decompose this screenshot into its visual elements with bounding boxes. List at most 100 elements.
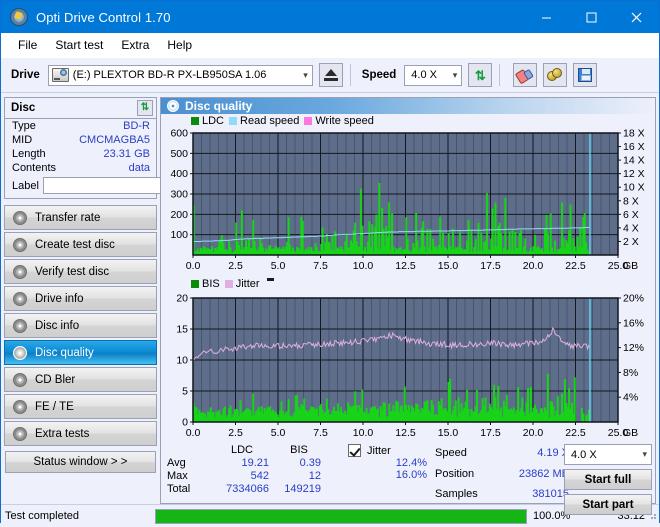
- erase-button[interactable]: [513, 63, 538, 87]
- sidebar-item-verify-test-disc[interactable]: Verify test disc: [4, 259, 157, 284]
- svg-text:2 X: 2 X: [623, 236, 639, 248]
- menu-extra[interactable]: Extra: [112, 35, 158, 55]
- jitter-checkbox[interactable]: [348, 444, 361, 458]
- opti-drive-control-window: Opti Drive Control 1.70 File Start test …: [0, 0, 660, 527]
- save-button[interactable]: [573, 63, 598, 87]
- svg-text:GB: GB: [623, 260, 638, 272]
- position-label: Position: [435, 467, 475, 480]
- legend-label: LDC: [202, 114, 225, 127]
- chevron-down-icon: ▾: [303, 69, 308, 80]
- disc-panel: Disc ⇅ Type BD-R MID CMCMAGBA5 Length 23…: [4, 97, 247, 199]
- bis-legend: BIS Jitter: [163, 277, 653, 290]
- disc-row-mid: MID CMCMAGBA5: [5, 133, 156, 147]
- disc-row-value: data: [128, 162, 150, 174]
- status-bar: Test completed 100.0% 33:12: [1, 504, 659, 527]
- svg-text:6 X: 6 X: [623, 209, 639, 221]
- bis-jitter-chart[interactable]: 051015204%8%12%16%20%0.0 2.5 5.0 7.5 10.0 12.…: [163, 290, 653, 442]
- stats-area: LDC BIS Avg 19.21 0.39 Max 542 12 Total …: [161, 442, 655, 516]
- legend-marker-icon: [266, 278, 274, 282]
- sidebar-item-cd-bler[interactable]: CD Bler: [4, 367, 157, 392]
- svg-text:15: 15: [176, 324, 188, 336]
- eraser-icon: [515, 65, 535, 85]
- disc-icon: [13, 210, 27, 225]
- refresh-button[interactable]: ⇅: [468, 63, 493, 87]
- svg-text:10.0: 10.0: [353, 427, 374, 439]
- disc-refresh-button[interactable]: ⇅: [137, 100, 153, 116]
- sidebar-item-label: FE / TE: [35, 400, 74, 413]
- disc-label-key: Label: [12, 179, 39, 192]
- chevron-down-icon: ▾: [642, 449, 647, 460]
- stats-row-max-label: Max: [167, 470, 188, 483]
- menu-start-test[interactable]: Start test: [46, 35, 112, 55]
- speed-select[interactable]: 4.0 X ▾: [404, 64, 463, 86]
- svg-text:16 X: 16 X: [623, 141, 645, 153]
- drive-select[interactable]: (E:) PLEXTOR BD-R PX-LB950SA 1.06 ▾: [47, 64, 313, 86]
- sidebar-item-disc-quality[interactable]: Disc quality: [4, 340, 157, 365]
- eject-icon: [323, 69, 338, 81]
- jitter-max: 16.0%: [395, 469, 427, 482]
- resize-grip[interactable]: [647, 510, 657, 520]
- sidebar-item-label: Extra tests: [35, 427, 90, 440]
- refresh-icon: ⇅: [474, 67, 486, 83]
- legend-write-speed: Write speed: [304, 115, 374, 127]
- close-button[interactable]: [614, 1, 659, 33]
- eject-button[interactable]: [318, 63, 343, 87]
- sidebar-item-create-test-disc[interactable]: Create test disc: [4, 232, 157, 257]
- test-speed-select[interactable]: 4.0 X ▾: [564, 444, 652, 466]
- svg-text:12%: 12%: [623, 342, 644, 354]
- coins-button[interactable]: [543, 63, 568, 87]
- progress-fill: [156, 509, 526, 523]
- svg-text:8%: 8%: [623, 367, 638, 379]
- drive-label: Drive: [11, 69, 40, 81]
- sidebar-item-label: Disc quality: [35, 346, 94, 359]
- coins-icon: [547, 68, 563, 82]
- ldc-chart-wrap: LDC Read speed Write speed 100 200 300 4…: [163, 114, 653, 275]
- disc-row-value: BD-R: [123, 120, 150, 132]
- disc-quality-panel: Disc quality LDC Read speed Write speed …: [160, 97, 656, 516]
- disc-icon: [13, 291, 27, 306]
- svg-text:0.0: 0.0: [186, 427, 201, 439]
- legend-ldc: LDC: [191, 115, 224, 127]
- maximize-button[interactable]: [569, 1, 614, 33]
- minimize-button[interactable]: [524, 1, 569, 33]
- sidebar-item-drive-info[interactable]: Drive info: [4, 286, 157, 311]
- svg-text:15.0: 15.0: [438, 427, 459, 439]
- legend-label: Jitter: [235, 277, 260, 290]
- legend-swatch-read-speed: [229, 116, 238, 125]
- title-bar: Opti Drive Control 1.70: [1, 1, 659, 33]
- stats-total-ldc: 7334066: [226, 483, 269, 496]
- stats-row-total-label: Total: [167, 483, 191, 496]
- svg-text:400: 400: [170, 169, 188, 181]
- speed-select-value: 4.0 X: [411, 69, 437, 81]
- svg-text:10.0: 10.0: [353, 260, 374, 272]
- disc-row-type: Type BD-R: [5, 119, 156, 133]
- stats-header-ldc: LDC: [230, 444, 253, 457]
- svg-text:15.0: 15.0: [438, 260, 459, 272]
- start-full-button[interactable]: Start full: [564, 469, 652, 491]
- svg-text:4%: 4%: [623, 392, 638, 404]
- drive-toolbar: Drive (E:) PLEXTOR BD-R PX-LB950SA 1.06 …: [1, 58, 659, 93]
- sidebar-item-fe-te[interactable]: FE / TE: [4, 394, 157, 419]
- svg-text:2.5: 2.5: [228, 427, 243, 439]
- sidebar-item-disc-info[interactable]: Disc info: [4, 313, 157, 338]
- sidebar-item-label: Drive info: [35, 292, 84, 305]
- sidebar-item-extra-tests[interactable]: Extra tests: [4, 421, 157, 446]
- svg-text:4 X: 4 X: [623, 223, 639, 235]
- disc-icon: [13, 237, 27, 252]
- start-part-button[interactable]: Start part: [564, 494, 652, 516]
- ldc-chart[interactable]: 100 200 300 400 500 600 2 X4 X 6 X8 X 10 X12 X 14…: [163, 127, 653, 275]
- svg-text:12 X: 12 X: [623, 169, 645, 181]
- legend-jitter: Jitter: [224, 277, 260, 290]
- menu-bar: File Start test Extra Help: [1, 33, 659, 58]
- svg-text:20.0: 20.0: [523, 260, 544, 272]
- svg-text:5: 5: [182, 386, 188, 398]
- disc-icon: [13, 264, 27, 279]
- floppy-save-icon: [578, 68, 593, 82]
- disc-row-value: 23.31 GB: [103, 148, 150, 160]
- menu-file[interactable]: File: [9, 35, 46, 55]
- status-window-button[interactable]: Status window > >: [5, 451, 156, 473]
- svg-text:300: 300: [170, 189, 188, 201]
- disc-quality-icon: [167, 100, 179, 113]
- menu-help[interactable]: Help: [158, 35, 201, 55]
- sidebar-item-transfer-rate[interactable]: Transfer rate: [4, 205, 157, 230]
